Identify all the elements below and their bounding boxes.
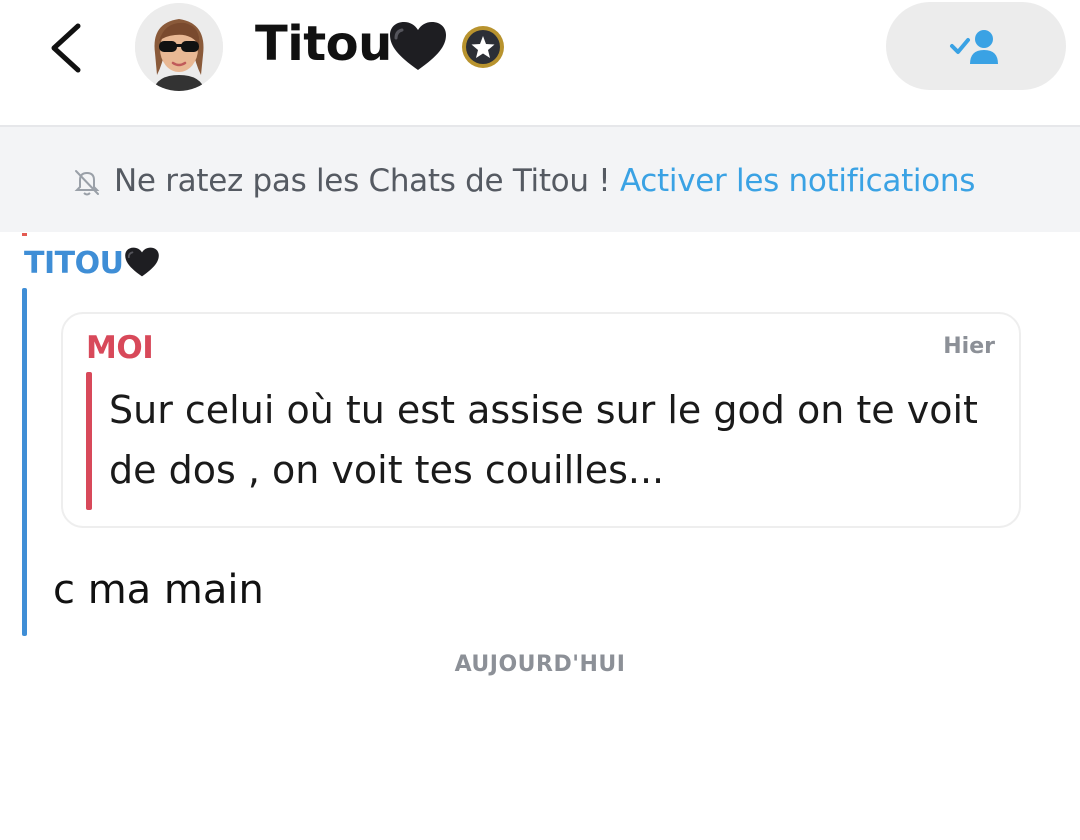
bell-off-icon <box>74 170 100 196</box>
message-thread-bar <box>22 288 27 636</box>
star-badge-icon <box>462 26 504 68</box>
chat-header: Titou <box>0 0 1080 125</box>
notification-text: Ne ratez pas les Chats de Titou ! Active… <box>114 160 975 202</box>
avatar[interactable] <box>135 3 223 91</box>
quoted-sender: MOI <box>86 330 154 366</box>
chevron-left-icon <box>51 23 81 73</box>
notification-banner: Ne ratez pas les Chats de Titou ! Active… <box>0 125 1080 232</box>
sender-name: TITOU <box>24 246 124 281</box>
quoted-timestamp: Hier <box>943 334 995 359</box>
black-heart-icon <box>125 247 159 277</box>
back-button[interactable] <box>38 18 94 78</box>
quoted-message[interactable]: MOI Hier Sur celui où tu est assise sur … <box>61 312 1021 528</box>
notification-message: Ne ratez pas les Chats de Titou ! <box>114 163 620 199</box>
enable-notifications-link[interactable]: Activer les notifications <box>620 163 975 199</box>
chat-message[interactable]: c ma main <box>53 562 264 618</box>
added-friend-button[interactable] <box>886 2 1066 90</box>
added-friend-icon <box>950 30 998 64</box>
black-heart-icon <box>390 22 446 70</box>
quoted-text: Sur celui où tu est assise sur le god on… <box>109 388 978 492</box>
quote-bar <box>86 372 92 510</box>
chat-title[interactable]: Titou <box>255 14 392 74</box>
unread-marker <box>22 233 27 236</box>
day-separator: AUJOURD'HUI <box>454 652 626 677</box>
